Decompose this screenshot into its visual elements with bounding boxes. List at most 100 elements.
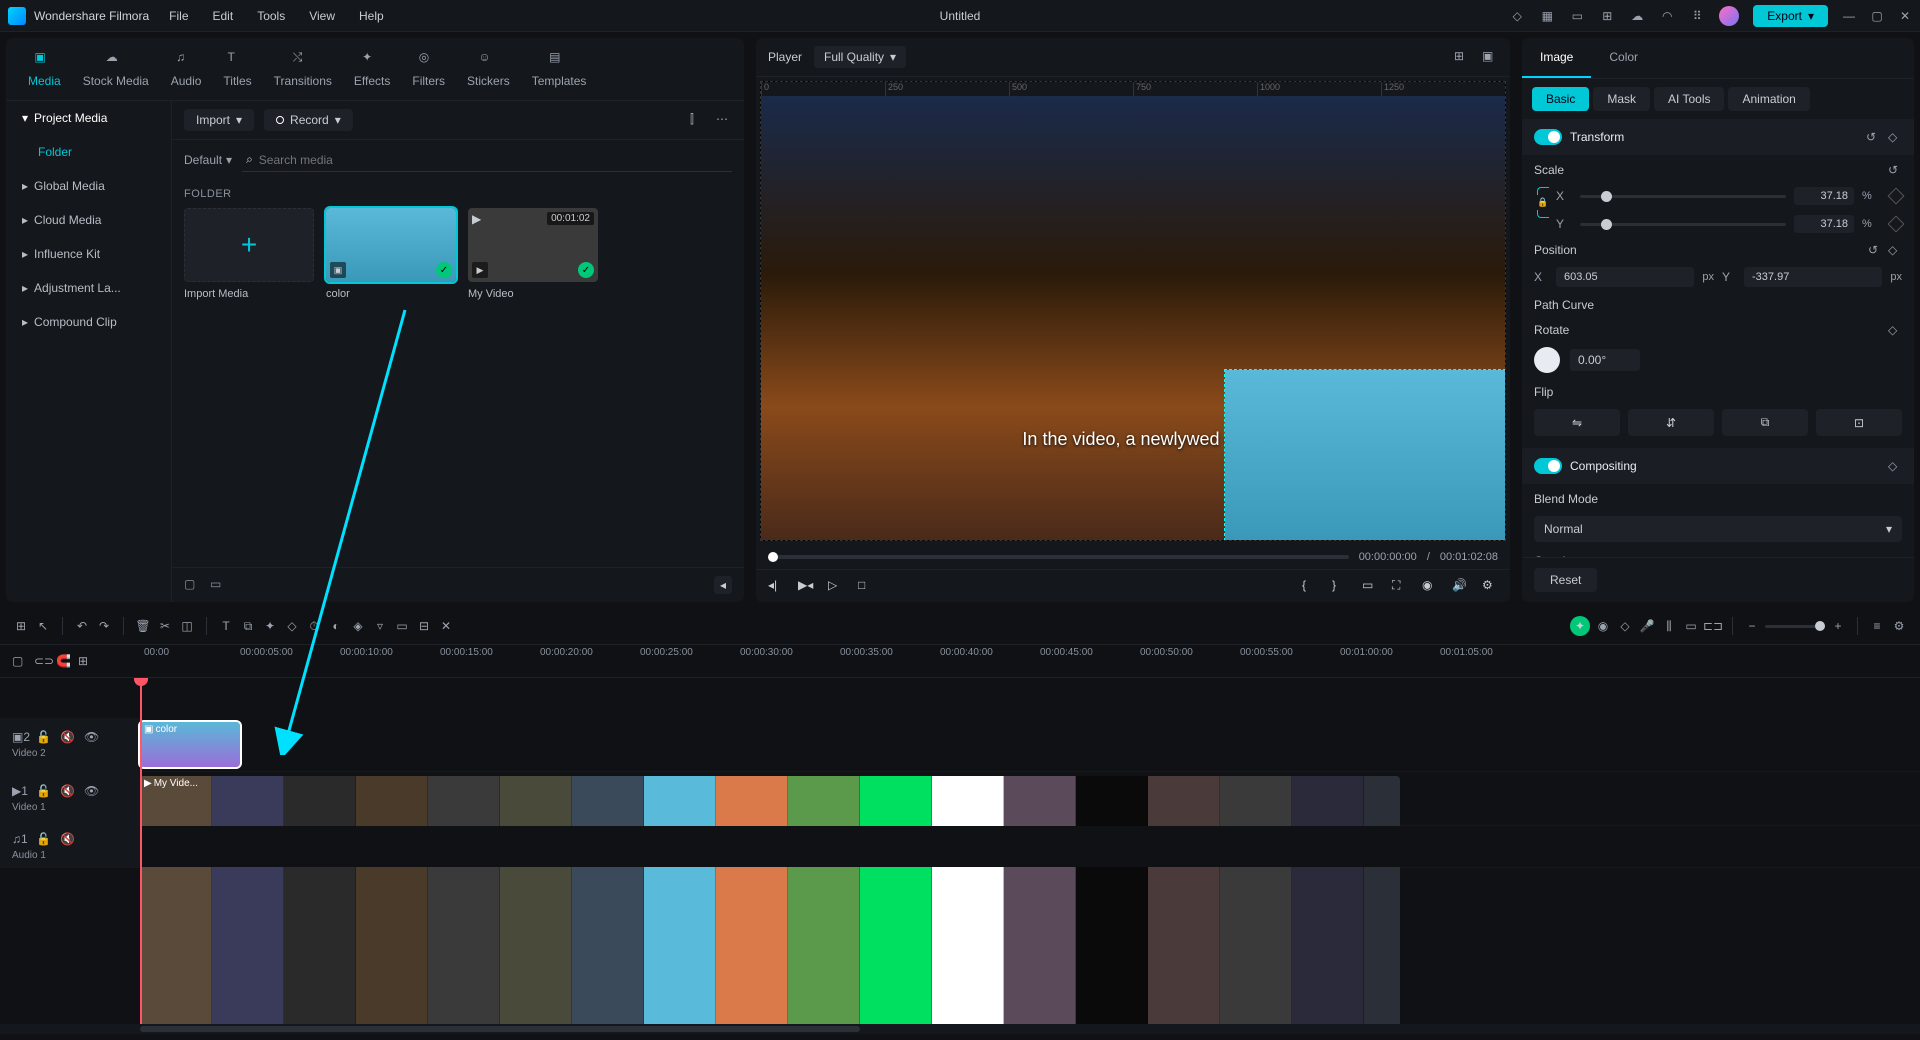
blend-mode-select[interactable]: Normal ▾ (1534, 516, 1902, 542)
transform-section-header[interactable]: Transform ↺ ◇ (1522, 119, 1914, 155)
volume-button[interactable]: 🔊 (1452, 578, 1468, 594)
delete-button[interactable]: 🗑 (134, 617, 152, 635)
playback-scrubber[interactable] (768, 555, 1349, 559)
media-thumb-myvideo[interactable]: ▶ 00:01:02 ▶ ✓ My Video (468, 208, 598, 300)
redo-button[interactable]: ↷ (95, 617, 113, 635)
sidebar-item-compound-clip[interactable]: ▸Compound Clip (6, 305, 171, 339)
tab-transitions[interactable]: ⤭ Transitions (264, 46, 342, 92)
link-icon[interactable]: ⊂⊃ (34, 654, 48, 668)
reset-icon[interactable]: ↺ (1888, 163, 1902, 177)
undo-button[interactable]: ↶ (73, 617, 91, 635)
copy-button[interactable]: ⧉ (1722, 409, 1808, 436)
lock-icon[interactable]: 🔓 (36, 730, 50, 744)
menu-help[interactable]: Help (359, 9, 384, 23)
effect-tool-button[interactable]: ✦ (261, 617, 279, 635)
scale-x-slider[interactable] (1580, 195, 1786, 198)
keyframe-icon[interactable]: ◇ (1888, 243, 1902, 257)
keyframe-icon[interactable] (1888, 188, 1905, 205)
lock-icon[interactable]: ⊞ (78, 654, 92, 668)
lock-icon[interactable]: 🔓 (36, 832, 50, 846)
magnet-icon[interactable]: 🧲 (56, 654, 70, 668)
compositing-section-header[interactable]: Compositing ◇ (1522, 448, 1914, 484)
record-timeline-button[interactable]: ◉ (1594, 617, 1612, 635)
mark-out-button[interactable]: } (1332, 578, 1348, 594)
scale-x-value[interactable]: 37.18 (1794, 187, 1854, 205)
inspector-tab-image[interactable]: Image (1522, 38, 1591, 78)
collapse-sidebar-button[interactable]: ◂ (714, 576, 732, 594)
subtab-mask[interactable]: Mask (1593, 87, 1650, 111)
tab-stickers[interactable]: ☺ Stickers (457, 46, 520, 92)
track-manage-icon[interactable]: ▢ (12, 654, 26, 668)
scale-y-value[interactable]: 37.18 (1794, 215, 1854, 233)
sort-dropdown[interactable]: Default▾ (184, 153, 232, 167)
reset-icon[interactable]: ↺ (1866, 130, 1880, 144)
ai-button[interactable]: ✦ (1570, 616, 1590, 636)
crop-button[interactable]: ◫ (178, 617, 196, 635)
import-media-tile[interactable]: + Import Media (184, 208, 314, 300)
subtab-ai-tools[interactable]: AI Tools (1654, 87, 1724, 111)
mute-icon[interactable]: 🔇 (60, 784, 74, 798)
minimize-button[interactable]: — (1842, 9, 1856, 23)
mic-button[interactable]: 🎤 (1638, 617, 1656, 635)
speed-tool-button[interactable]: ⏱ (305, 617, 323, 635)
menu-file[interactable]: File (169, 9, 188, 23)
zoom-out-button[interactable]: − (1743, 617, 1761, 635)
grid-view-icon[interactable]: ⊞ (1454, 49, 1470, 65)
clip-color-pip[interactable]: ▣color (140, 722, 240, 767)
more-icon[interactable]: ⋯ (716, 112, 732, 128)
menu-tools[interactable]: Tools (257, 9, 285, 23)
subtab-animation[interactable]: Animation (1728, 87, 1809, 111)
snap-button[interactable]: ⊏⊐ (1704, 617, 1722, 635)
mark-in-button[interactable]: { (1302, 578, 1318, 594)
visibility-icon[interactable]: 👁 (84, 730, 98, 744)
paste-button[interactable]: ⊡ (1816, 409, 1902, 436)
sidebar-item-project-media[interactable]: ▾Project Media (6, 101, 171, 135)
apps-icon[interactable]: ⠿ (1689, 8, 1705, 24)
keyframe-icon[interactable] (1888, 216, 1905, 233)
timeline-ruler[interactable]: 00:00 00:00:05:00 00:00:10:00 00:00:15:0… (140, 645, 1920, 677)
prev-frame-button[interactable]: ◂| (768, 578, 784, 594)
stop-button[interactable]: □ (858, 578, 874, 594)
rotate-value[interactable]: 0.00° (1570, 349, 1640, 371)
flip-vertical-button[interactable]: ⇵ (1628, 409, 1714, 436)
position-x-value[interactable]: 603.05 (1556, 267, 1694, 287)
tab-templates[interactable]: ▤ Templates (522, 46, 597, 92)
filter-icon[interactable]: ⫿ (690, 112, 706, 128)
maximize-button[interactable]: ▢ (1870, 9, 1884, 23)
tab-stock-media[interactable]: ☁ Stock Media (73, 46, 159, 92)
display-icon[interactable]: ▭ (1569, 8, 1585, 24)
play-button[interactable]: ▷ (828, 578, 844, 594)
playhead[interactable] (140, 678, 142, 1024)
marker-tool-button[interactable]: ▿ (371, 617, 389, 635)
snapshot-button[interactable]: ◉ (1422, 578, 1438, 594)
scale-y-slider[interactable] (1580, 223, 1786, 226)
pip-overlay[interactable] (1225, 370, 1505, 540)
mixer-button[interactable]: ⫼ (1660, 617, 1678, 635)
detach-tool-button[interactable]: ✕ (437, 617, 455, 635)
subtab-basic[interactable]: Basic (1532, 87, 1589, 111)
image-view-icon[interactable]: ▣ (1482, 49, 1498, 65)
mute-icon[interactable]: 🔇 (60, 832, 74, 846)
export-button[interactable]: Export ▾ (1753, 5, 1828, 27)
lock-icon[interactable]: 🔓 (36, 784, 50, 798)
transform-toggle[interactable] (1534, 129, 1562, 145)
tab-filters[interactable]: ◎ Filters (402, 46, 455, 92)
send-icon[interactable]: ◇ (1509, 8, 1525, 24)
layout-icon[interactable]: ⊞ (1599, 8, 1615, 24)
tab-media[interactable]: ▣ Media (18, 46, 71, 92)
project-icon[interactable]: ▦ (1539, 8, 1555, 24)
user-avatar[interactable] (1719, 6, 1739, 26)
path-curve-toggle[interactable] (1874, 297, 1902, 313)
preview-canvas[interactable]: 0 250 500 750 1000 1250 In the video, a … (760, 81, 1506, 541)
menu-view[interactable]: View (309, 9, 335, 23)
pointer-icon[interactable]: ↖ (34, 617, 52, 635)
tab-effects[interactable]: ✦ Effects (344, 46, 400, 92)
position-y-value[interactable]: -337.97 (1744, 267, 1882, 287)
quality-dropdown[interactable]: Full Quality ▾ (814, 46, 906, 68)
close-button[interactable]: ✕ (1898, 9, 1912, 23)
settings-icon[interactable]: ⚙ (1890, 617, 1908, 635)
search-input[interactable] (259, 153, 728, 167)
marker-button[interactable]: ◇ (1616, 617, 1634, 635)
headphones-icon[interactable]: ◠ (1659, 8, 1675, 24)
play-pause-button[interactable]: ▶◂ (798, 578, 814, 594)
